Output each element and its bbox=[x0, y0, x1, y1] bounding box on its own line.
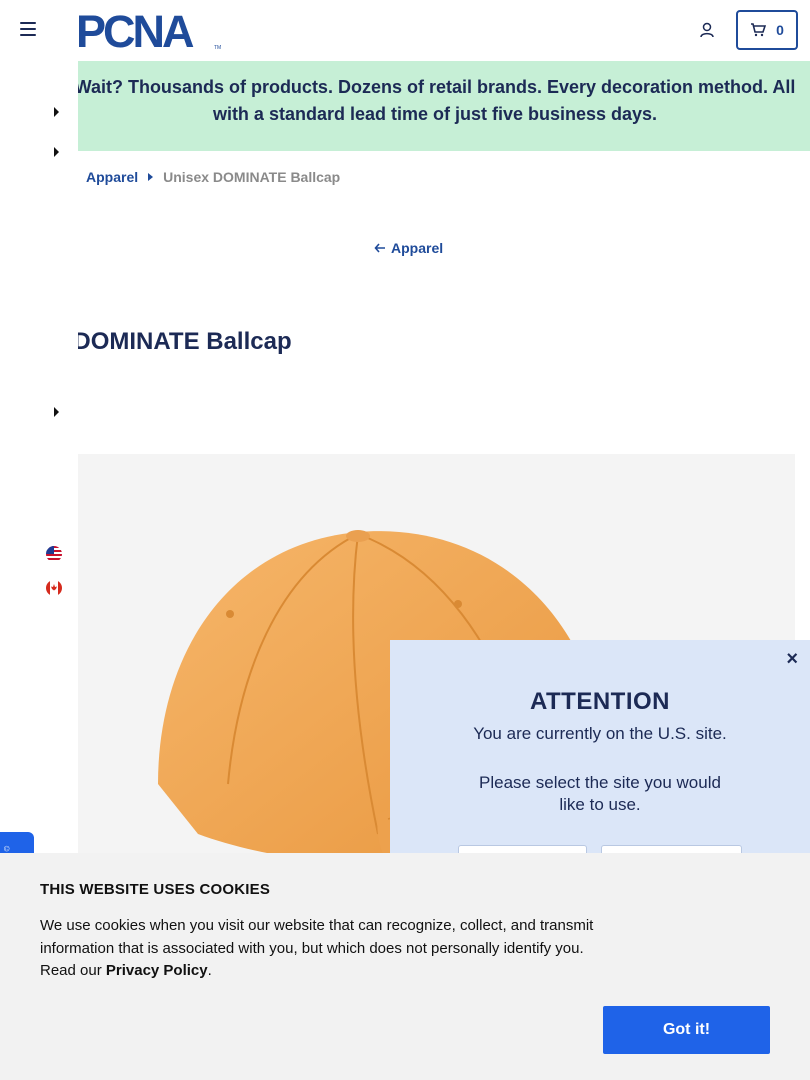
expand-caret-icon[interactable] bbox=[54, 407, 59, 417]
expand-caret-icon[interactable] bbox=[54, 147, 59, 157]
cookie-title: THIS WEBSITE USES COOKIES bbox=[40, 881, 271, 898]
cookie-banner: THIS WEBSITE USES COOKIES We use cookies… bbox=[0, 853, 810, 1080]
attention-current-site-text: You are currently on the U.S. site. bbox=[473, 724, 727, 743]
got-it-button[interactable]: Got it! bbox=[603, 1006, 770, 1054]
attention-title: ATTENTION bbox=[529, 688, 671, 715]
svg-text:TM: TM bbox=[214, 45, 221, 51]
cart-count: 0 bbox=[776, 22, 784, 38]
breadcrumb-link-apparel[interactable]: Apparel bbox=[86, 169, 138, 185]
privacy-policy-link[interactable]: Privacy Policy bbox=[106, 962, 208, 979]
menu-icon[interactable] bbox=[20, 22, 36, 36]
account-icon[interactable] bbox=[698, 21, 716, 39]
back-to-apparel-link[interactable]: Apparel bbox=[374, 240, 443, 256]
site-selection-modal: × ATTENTION You are currently on the U.S… bbox=[390, 640, 810, 883]
breadcrumb: Apparel Unisex DOMINATE Ballcap bbox=[86, 169, 340, 185]
svg-text:PCNA: PCNA bbox=[76, 10, 194, 52]
promo-text: Wait? Thousands of products. Dozens of r… bbox=[74, 77, 796, 124]
attention-select-site-text: Please select the site you would like to… bbox=[479, 773, 721, 814]
breadcrumb-current: Unisex DOMINATE Ballcap bbox=[163, 169, 341, 185]
promo-banner: Wait? Thousands of products. Dozens of r… bbox=[60, 61, 810, 151]
expand-caret-icon[interactable] bbox=[54, 107, 59, 117]
close-icon[interactable]: × bbox=[786, 648, 798, 671]
feedback-icon: ☺ bbox=[2, 844, 12, 854]
cart-icon bbox=[751, 23, 767, 37]
breadcrumb-chevron-icon bbox=[148, 173, 154, 181]
cookie-text: We use cookies when you visit our websit… bbox=[40, 915, 610, 983]
canada-flag-icon[interactable] bbox=[46, 580, 62, 596]
us-flag-icon[interactable] bbox=[46, 546, 62, 562]
back-link-label: Apparel bbox=[391, 240, 444, 256]
site-header: PCNA TM 0 bbox=[0, 0, 810, 60]
side-menu-strip bbox=[0, 60, 78, 880]
pcna-logo[interactable]: PCNA TM bbox=[76, 10, 224, 52]
cart-button[interactable]: 0 bbox=[736, 10, 798, 50]
cookie-end: . bbox=[207, 962, 212, 979]
arrow-left-icon bbox=[374, 243, 385, 253]
